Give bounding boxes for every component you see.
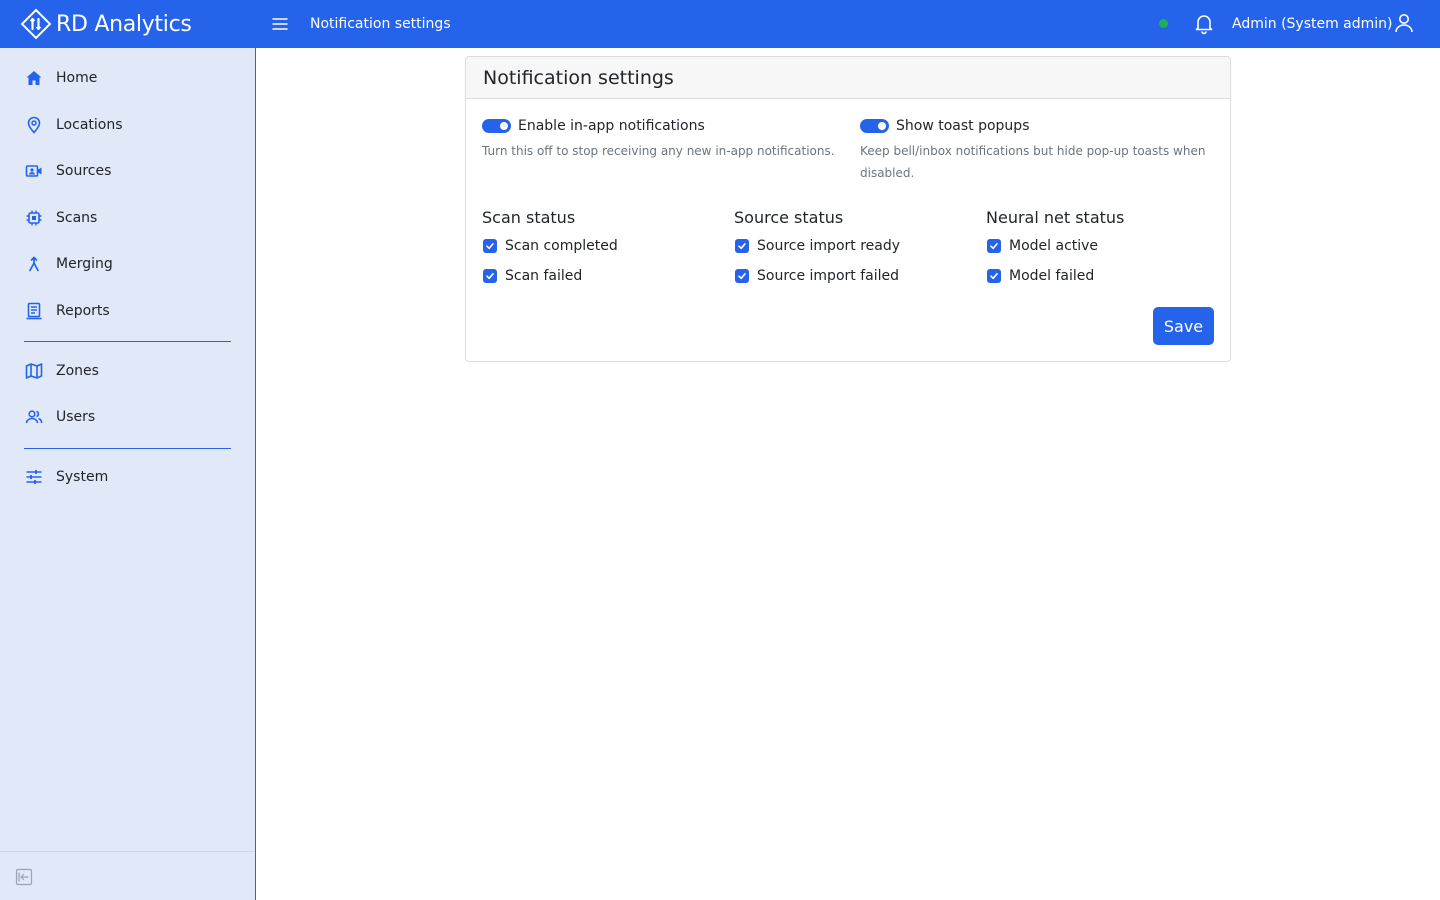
toggle-switch[interactable] [860, 119, 889, 133]
sidebar-divider [24, 448, 231, 449]
sidebar-item-reports[interactable]: Reports [0, 291, 255, 331]
sidebar: Home Locations Sources Scans Merging Rep… [0, 48, 256, 900]
checkbox[interactable] [987, 239, 1001, 253]
checkbox[interactable] [735, 239, 749, 253]
home-icon [24, 68, 44, 88]
card-header: Notification settings [466, 57, 1230, 99]
sidebar-item-zones[interactable]: Zones [0, 351, 255, 391]
logo-icon [20, 8, 52, 40]
menu-toggle-button[interactable] [268, 12, 292, 36]
sidebar-item-locations[interactable]: Locations [0, 105, 255, 145]
sidebar-item-home[interactable]: Home [0, 58, 255, 98]
chip-icon [24, 208, 44, 228]
group-title-neural-net-status: Neural net status [986, 208, 1125, 227]
report-icon [24, 301, 44, 321]
collapse-sidebar-icon[interactable] [15, 868, 33, 886]
user-icon[interactable] [1392, 11, 1416, 35]
group-title-scan-status: Scan status [482, 208, 576, 227]
save-button[interactable]: Save [1153, 307, 1214, 345]
toggle-description: Keep bell/inbox notifications but hide p… [860, 144, 1206, 180]
checkbox[interactable] [987, 269, 1001, 283]
merge-icon [24, 254, 44, 274]
map-icon [24, 361, 44, 381]
notification-settings-card: Notification settings Enable in-app noti… [465, 56, 1231, 362]
checkbox-model-active[interactable]: Model active [987, 238, 1098, 254]
checkbox-source-import-ready[interactable]: Source import ready [735, 238, 900, 254]
enable-in-app-notifications-toggle[interactable]: Enable in-app notifications [482, 118, 705, 134]
sidebar-item-users[interactable]: Users [0, 397, 255, 437]
show-toast-popups-toggle[interactable]: Show toast popups [860, 118, 1030, 134]
card-title: Notification settings [483, 66, 674, 89]
checkbox-source-import-failed[interactable]: Source import failed [735, 268, 899, 284]
top-bar: RD Analytics Notification settings Admin… [0, 0, 1440, 48]
hamburger-icon [272, 18, 288, 30]
page-title: Notification settings [310, 16, 451, 32]
brand[interactable]: RD Analytics [0, 0, 256, 48]
bell-icon[interactable] [1192, 11, 1216, 35]
users-icon [24, 407, 44, 427]
sidebar-item-system[interactable]: System [0, 457, 255, 497]
checkbox-model-failed[interactable]: Model failed [987, 268, 1094, 284]
checkbox-scan-completed[interactable]: Scan completed [483, 238, 618, 254]
group-title-source-status: Source status [734, 208, 844, 227]
toggle-description: Turn this off to stop receiving any new … [482, 144, 835, 158]
checkbox[interactable] [483, 239, 497, 253]
sidebar-item-scans[interactable]: Scans [0, 198, 255, 238]
video-camera-icon [24, 161, 44, 181]
checkbox[interactable] [735, 269, 749, 283]
map-pin-icon [24, 115, 44, 135]
sidebar-footer [0, 851, 255, 900]
brand-name: RD Analytics [56, 11, 192, 37]
sidebar-item-sources[interactable]: Sources [0, 151, 255, 191]
toggle-switch[interactable] [482, 119, 511, 133]
user-menu-label[interactable]: Admin (System admin) [1232, 0, 1393, 48]
checkbox[interactable] [483, 269, 497, 283]
checkbox-scan-failed[interactable]: Scan failed [483, 268, 582, 284]
sidebar-divider [24, 341, 231, 342]
sliders-icon [24, 467, 44, 487]
connection-status-indicator [1159, 19, 1168, 28]
sidebar-item-merging[interactable]: Merging [0, 244, 255, 284]
